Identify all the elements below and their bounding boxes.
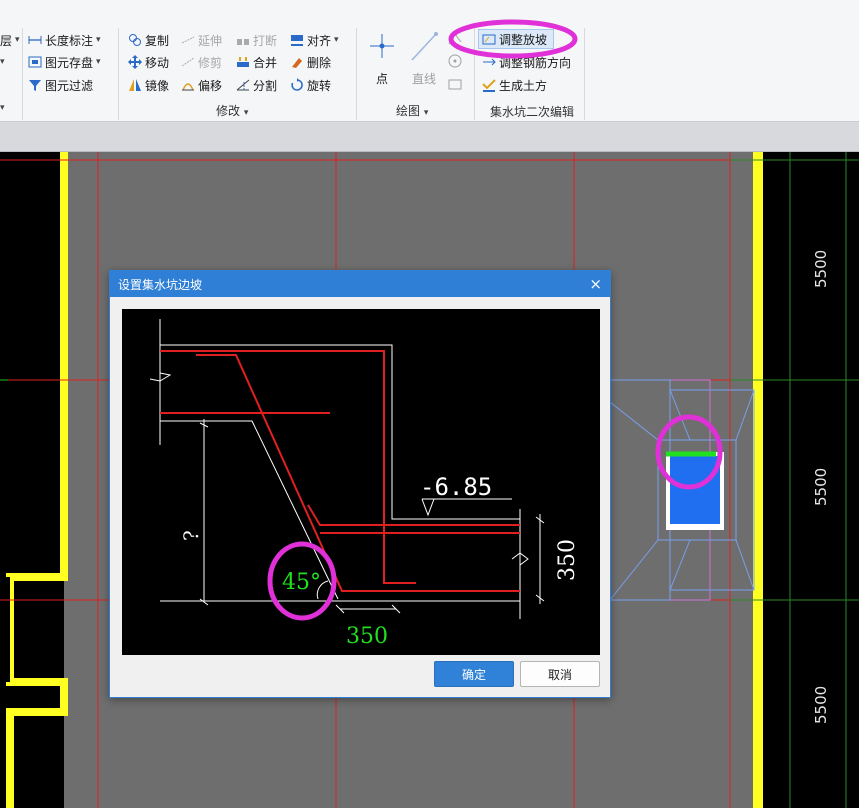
left-group-caret[interactable]: ▾	[0, 98, 5, 118]
slope-diagram: -6.85 45° 350 350 ?	[122, 309, 600, 655]
highlight-ring-adjust-slope	[448, 19, 578, 59]
move-button[interactable]: 移动	[128, 52, 169, 72]
eraser-icon	[290, 55, 304, 69]
rotate-icon	[290, 78, 304, 92]
layer-button[interactable]: 层 ▾	[0, 30, 20, 50]
unknown-height-text: ?	[179, 530, 203, 541]
line-tool[interactable]: 直线	[406, 32, 442, 86]
save-element-icon	[28, 55, 42, 69]
extend-icon	[181, 33, 195, 47]
close-icon[interactable]: ×	[589, 275, 602, 293]
ok-button[interactable]: 确定	[434, 661, 514, 687]
line-label: 直线	[411, 72, 436, 86]
break-icon	[236, 33, 250, 47]
sump-slope-dialog: 设置集水坑边坡 × -6.85 45° 350 350 ? 确定 取消	[109, 270, 611, 698]
line-icon	[411, 32, 438, 61]
break-button[interactable]: 打断	[236, 30, 277, 50]
rotate-button[interactable]: 旋转	[290, 75, 331, 95]
bottom-width-text: 350	[346, 624, 388, 649]
ribbon-top-band	[0, 0, 859, 26]
rectangle-icon	[448, 79, 462, 90]
dimension-label-1: 5500	[812, 249, 830, 288]
point-label: 点	[375, 72, 388, 86]
move-icon	[128, 55, 142, 69]
left-col-caret[interactable]: ▾	[0, 52, 5, 72]
right-strip-fill	[758, 152, 859, 808]
merge-icon	[236, 55, 250, 69]
offset-icon	[181, 78, 195, 92]
draw-group-label[interactable]: 绘图 ▾	[396, 102, 428, 119]
point-icon	[370, 34, 394, 58]
offset-button[interactable]: 偏移	[181, 75, 222, 95]
right-height-text: 350	[555, 539, 580, 581]
trim-icon	[181, 55, 195, 69]
dialog-titlebar[interactable]: 设置集水坑边坡 ×	[110, 271, 610, 297]
copy-icon	[128, 33, 142, 47]
filter-element-button[interactable]: 图元过滤	[28, 75, 93, 95]
rect-tool[interactable]	[446, 76, 466, 96]
mirror-icon	[128, 78, 142, 92]
cancel-button[interactable]: 取消	[520, 661, 600, 687]
delete-button[interactable]: 删除	[290, 52, 331, 72]
split-button[interactable]: 分割	[236, 75, 277, 95]
copy-button[interactable]: 复制	[128, 30, 169, 50]
sump-group-label: 集水坑二次编辑	[490, 105, 575, 119]
align-button[interactable]: 对齐 ▾	[290, 30, 339, 50]
ribbon: 层 ▾ ▾ ▾ 长度标注 ▾ 图元存盘 ▾ 图元过滤 复制 延伸 打断 对齐 ▾…	[0, 0, 859, 122]
split-icon	[236, 78, 250, 92]
pit-blue-fill	[670, 456, 720, 524]
dimension-label-3: 5500	[812, 685, 830, 724]
toolbar-subbar	[0, 122, 859, 152]
angle-text: 45°	[282, 570, 321, 595]
earthwork-icon	[482, 78, 496, 92]
length-dim-icon	[28, 33, 42, 47]
filter-icon	[28, 78, 42, 92]
modify-group-label[interactable]: 修改 ▾	[216, 102, 248, 119]
extend-button[interactable]: 延伸	[181, 30, 222, 50]
slope-diagram-drawing: -6.85 45° 350 350 ?	[149, 319, 580, 649]
elevation-text: -6.85	[420, 473, 492, 501]
length-dim-button[interactable]: 长度标注 ▾	[28, 30, 101, 50]
dimension-label-2: 5500	[812, 467, 830, 506]
trim-button[interactable]: 修剪	[181, 52, 222, 72]
dialog-title: 设置集水坑边坡	[118, 277, 203, 292]
save-element-button[interactable]: 图元存盘 ▾	[28, 52, 101, 72]
align-icon	[290, 33, 304, 47]
point-tool[interactable]: 点	[366, 32, 398, 86]
merge-button[interactable]: 合并	[236, 52, 277, 72]
mirror-button[interactable]: 镜像	[128, 75, 169, 95]
generate-earthwork-button[interactable]: 生成土方	[482, 75, 547, 95]
